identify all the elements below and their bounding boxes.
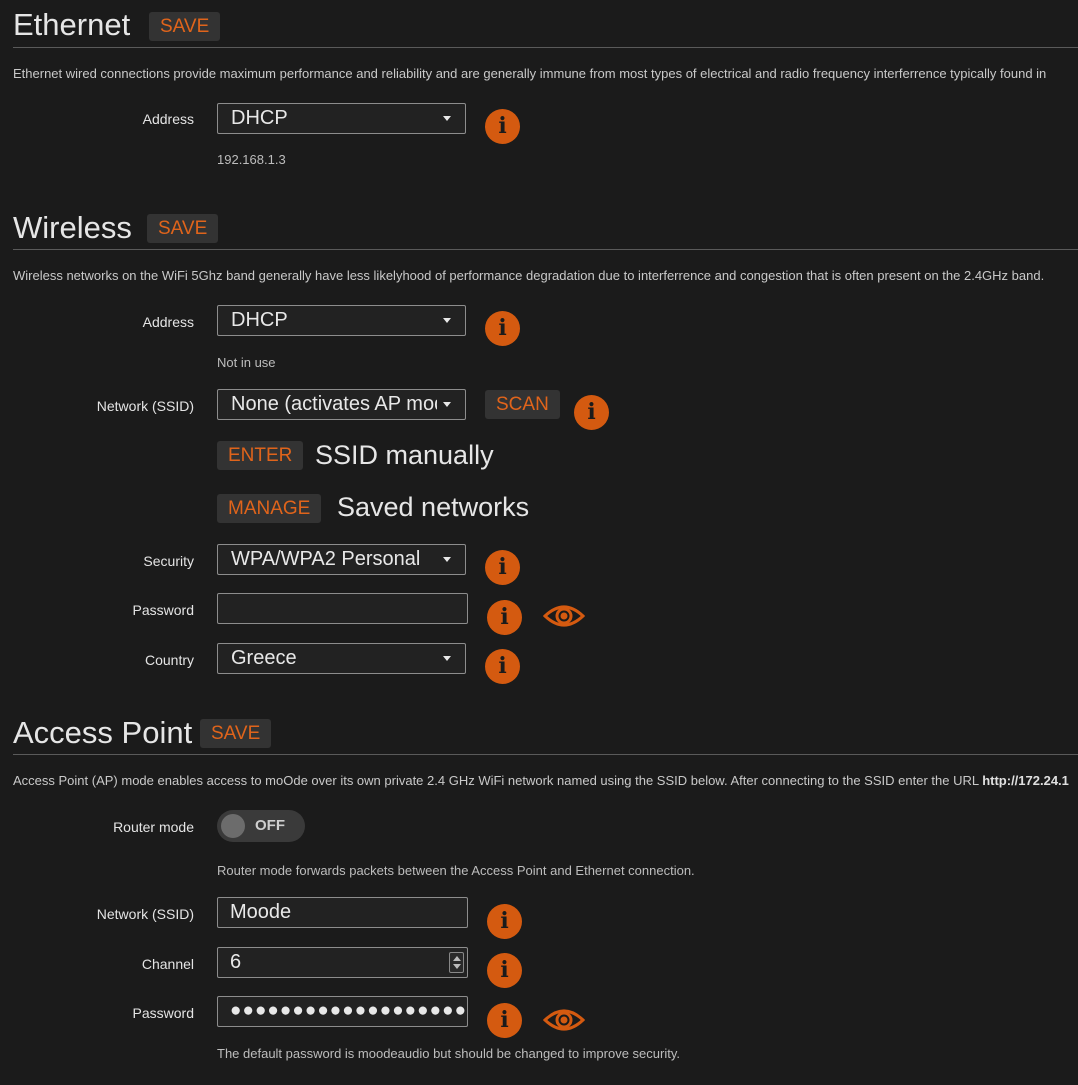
info-icon[interactable]: i [487,1003,522,1038]
ethernet-divider [13,47,1078,48]
wireless-ssid-label: Network (SSID) [96,398,194,414]
ethernet-address-select[interactable]: DHCP [217,103,466,134]
router-mode-toggle[interactable]: OFF [217,810,305,842]
access-point-divider [13,754,1078,755]
access-point-heading: Access Point [13,715,193,750]
access-point-url: http://172.24.1 [982,773,1069,788]
wireless-country-value: Greece [231,647,297,669]
ethernet-ip-address: 192.168.1.3 [217,152,286,167]
ap-password-input[interactable]: ●●●●●●●●●●●●●●●●●●●● [217,996,468,1027]
info-icon[interactable]: i [487,600,522,635]
wireless-address-label: Address [142,314,194,330]
access-point-save-button[interactable]: SAVE [200,719,272,748]
info-icon[interactable]: i [487,904,522,939]
ap-channel-input[interactable]: 6 [217,947,468,978]
info-icon[interactable]: i [485,311,520,346]
wireless-ssid-value: None (activates AP mode) [231,393,437,415]
wireless-divider [13,249,1078,250]
access-point-description: Access Point (AP) mode enables access to… [13,773,1069,788]
ap-password-label: Password [132,1005,194,1021]
info-icon[interactable]: i [485,550,520,585]
ethernet-heading: Ethernet [13,7,131,42]
router-mode-state: OFF [255,817,285,834]
number-stepper-icon[interactable] [449,952,464,973]
wireless-country-label: Country [144,652,194,668]
enter-ssid-button[interactable]: ENTER [217,441,304,470]
wireless-address-value: DHCP [231,309,288,331]
wireless-security-label: Security [143,553,194,569]
ap-channel-value: 6 [230,951,242,973]
ap-ssid-label: Network (SSID) [96,906,194,922]
saved-networks-text: Saved networks [337,492,530,522]
wireless-country-select[interactable]: Greece [217,643,466,674]
chevron-down-icon [443,402,451,407]
wireless-address-status: Not in use [217,355,276,370]
ethernet-address-value: DHCP [231,107,288,129]
ethernet-address-label: Address [142,111,194,127]
wireless-password-label: Password [132,602,194,618]
scan-button[interactable]: SCAN [485,390,560,419]
wireless-security-select[interactable]: WPA/WPA2 Personal [217,544,466,575]
info-icon[interactable]: i [485,649,520,684]
router-mode-help: Router mode forwards packets between the… [217,863,695,878]
manage-networks-button[interactable]: MANAGE [217,494,322,523]
toggle-knob [221,814,245,838]
ap-password-help: The default password is moodeaudio but s… [217,1046,680,1061]
wireless-save-button[interactable]: SAVE [147,214,219,243]
chevron-down-icon [443,318,451,323]
access-point-description-text: Access Point (AP) mode enables access to… [13,773,983,788]
wireless-description: Wireless networks on the WiFi 5Ghz band … [13,268,1045,283]
wireless-security-value: WPA/WPA2 Personal [231,548,421,570]
router-mode-label: Router mode [113,819,194,835]
info-icon[interactable]: i [574,395,609,430]
eye-icon[interactable] [543,1006,585,1034]
ethernet-description: Ethernet wired connections provide maxim… [13,66,1047,81]
ap-ssid-input[interactable]: Moode [217,897,468,928]
info-icon[interactable]: i [487,953,522,988]
eye-icon[interactable] [543,602,585,630]
ethernet-save-button[interactable]: SAVE [149,12,221,41]
wireless-ssid-select[interactable]: None (activates AP mode) [217,389,466,420]
chevron-down-icon [443,656,451,661]
enter-ssid-text: SSID manually [315,440,494,470]
info-icon[interactable]: i [485,109,520,144]
ap-channel-label: Channel [141,956,194,972]
wireless-heading: Wireless [13,210,132,245]
chevron-down-icon [443,116,451,121]
wireless-address-select[interactable]: DHCP [217,305,466,336]
chevron-down-icon [443,557,451,562]
wireless-password-input[interactable] [217,593,468,624]
